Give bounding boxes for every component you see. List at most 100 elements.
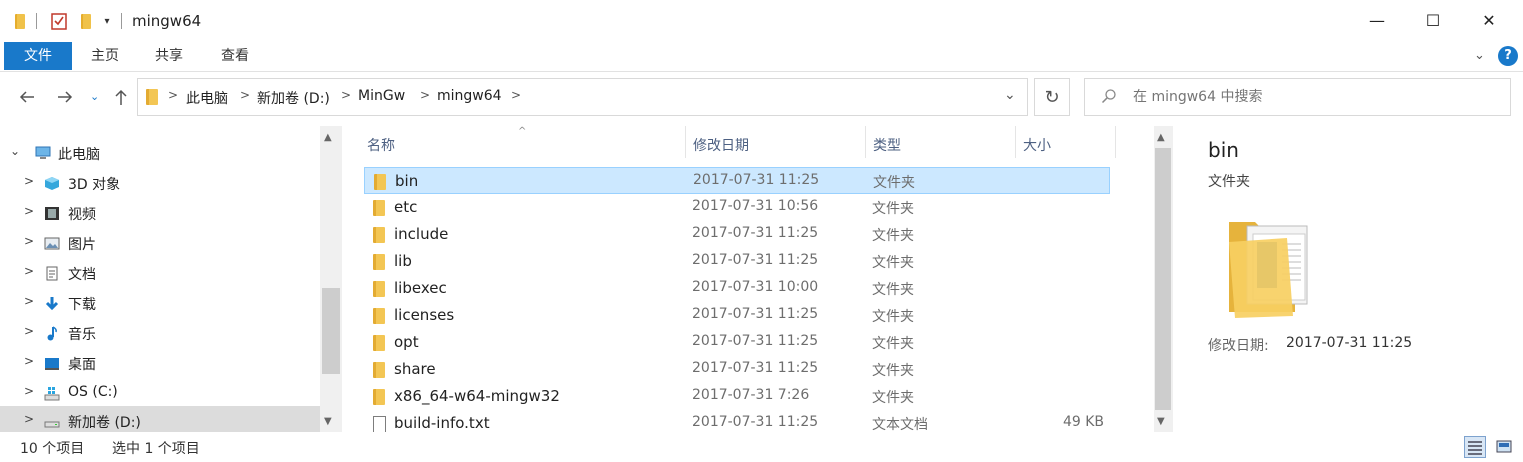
sidebar-item-music[interactable]: > 音乐 [0, 318, 320, 348]
sidebar-item-videos[interactable]: > 视频 [0, 198, 320, 228]
table-row[interactable]: opt 2017-07-31 11:25 文件夹 [364, 329, 1110, 356]
chevron-right-icon[interactable]: > [24, 384, 34, 398]
chevron-right-icon[interactable]: > [420, 88, 430, 102]
column-header-size[interactable]: 大小 [1023, 135, 1051, 155]
scroll-down-icon[interactable]: ▼ [324, 416, 332, 427]
scroll-up-icon[interactable]: ▲ [324, 132, 332, 143]
up-button[interactable] [113, 88, 129, 111]
file-list: ^ 名称 修改日期 类型 大小 bin 2017-07-31 11:25 文件夹 et… [342, 126, 1154, 432]
title-bar: ▾ mingw64 — ☐ ✕ [0, 0, 1523, 40]
back-button[interactable] [18, 88, 36, 111]
chevron-right-icon[interactable]: > [24, 174, 34, 188]
chevron-right-icon[interactable]: > [240, 88, 250, 102]
search-input[interactable] [1133, 79, 1493, 115]
computer-icon [35, 146, 51, 159]
sidebar-item-this-pc[interactable]: ⌄ 此电脑 [0, 138, 320, 168]
large-folder-icon [1229, 222, 1308, 318]
column-divider[interactable] [685, 126, 686, 158]
file-type: 文件夹 [872, 363, 914, 379]
divider [121, 13, 122, 29]
chevron-right-icon[interactable]: > [24, 412, 34, 426]
sidebar-item-3d-objects[interactable]: > 3D 对象 [0, 168, 320, 198]
chevron-right-icon[interactable]: > [511, 88, 521, 102]
forward-button[interactable] [56, 88, 74, 111]
table-row[interactable]: share 2017-07-31 11:25 文件夹 [364, 356, 1110, 383]
sidebar-item-documents[interactable]: > 文档 [0, 258, 320, 288]
column-header-type[interactable]: 类型 [873, 135, 901, 155]
sidebar-item-drive-d[interactable]: > 新加卷 (D:) [0, 406, 320, 432]
table-row[interactable]: libexec 2017-07-31 10:00 文件夹 [364, 275, 1110, 302]
table-row[interactable]: include 2017-07-31 11:25 文件夹 [364, 221, 1110, 248]
navigation-scrollbar[interactable]: ▲ ▼ [320, 126, 342, 432]
properties-icon[interactable] [50, 11, 68, 31]
large-icons-view-button[interactable] [1493, 436, 1515, 458]
sort-ascending-icon: ^ [518, 126, 527, 137]
help-button[interactable]: ? [1498, 46, 1518, 66]
table-row[interactable]: x86_64-w64-mingw32 2017-07-31 7:26 文件夹 [364, 383, 1110, 410]
table-row[interactable]: build-info.txt 2017-07-31 11:25 文本文档 49 KB [364, 410, 1110, 432]
download-icon [45, 297, 59, 311]
scroll-up-icon[interactable]: ▲ [1157, 132, 1165, 143]
column-header-date[interactable]: 修改日期 [693, 135, 749, 155]
maximize-button[interactable]: ☐ [1410, 0, 1456, 40]
new-folder-icon[interactable] [78, 11, 94, 31]
folder-icon [373, 227, 385, 243]
chevron-right-icon[interactable]: > [24, 324, 34, 338]
customize-quick-access-icon[interactable]: ▾ [100, 11, 114, 31]
chevron-right-icon[interactable]: > [341, 88, 351, 102]
tab-view[interactable]: 查看 [210, 42, 260, 70]
sidebar-item-desktop[interactable]: > 桌面 [0, 348, 320, 378]
scroll-down-icon[interactable]: ▼ [1157, 416, 1165, 427]
chevron-down-icon[interactable]: ⌄ [10, 144, 20, 158]
table-row[interactable]: etc 2017-07-31 10:56 文件夹 [364, 194, 1110, 221]
tab-share[interactable]: 共享 [144, 42, 194, 70]
details-view-button[interactable] [1464, 436, 1486, 458]
breadcrumb-mingw[interactable]: MinGw [358, 88, 405, 104]
search-box[interactable] [1084, 78, 1511, 116]
close-button[interactable]: ✕ [1466, 0, 1512, 40]
column-divider[interactable] [865, 126, 866, 158]
scrollbar-thumb[interactable] [1155, 148, 1171, 410]
file-size: 49 KB [1062, 414, 1104, 430]
file-date: 2017-07-31 7:26 [692, 387, 810, 403]
chevron-right-icon[interactable]: > [24, 234, 34, 248]
chevron-right-icon[interactable]: > [168, 88, 178, 102]
sidebar-item-downloads[interactable]: > 下载 [0, 288, 320, 318]
chevron-right-icon[interactable]: > [24, 204, 34, 218]
sidebar-item-drive-c[interactable]: > OS (C:) [0, 378, 320, 408]
file-date: 2017-07-31 11:25 [692, 414, 819, 430]
breadcrumb-drive-d[interactable]: 新加卷 (D:) [257, 88, 330, 108]
table-row[interactable]: licenses 2017-07-31 11:25 文件夹 [364, 302, 1110, 329]
scrollbar-thumb[interactable] [322, 288, 340, 374]
table-row[interactable]: lib 2017-07-31 11:25 文件夹 [364, 248, 1110, 275]
expand-ribbon-icon[interactable]: ⌄ [1474, 48, 1485, 63]
file-date: 2017-07-31 11:25 [692, 360, 819, 376]
refresh-button[interactable]: ↻ [1034, 78, 1070, 116]
selection-count: 选中 1 个项目 [112, 441, 200, 457]
column-header-name[interactable]: 名称 [367, 135, 395, 155]
file-type: 文件夹 [872, 255, 914, 271]
breadcrumb-mingw64[interactable]: mingw64 [437, 88, 502, 104]
tab-home[interactable]: 主页 [80, 42, 130, 70]
address-bar[interactable]: > 此电脑 > 新加卷 (D:) > MinGw > mingw64 > ⌄ [137, 78, 1028, 116]
tab-file[interactable]: 文件 [4, 42, 72, 70]
table-row[interactable]: bin 2017-07-31 11:25 文件夹 [364, 167, 1110, 194]
preview-pane: bin 文件夹 修改日期: 2017-07-31 11:25 [1172, 126, 1523, 432]
minimize-button[interactable]: — [1354, 0, 1400, 40]
address-history-icon[interactable]: ⌄ [1004, 87, 1016, 103]
column-divider[interactable] [1115, 126, 1116, 158]
chevron-right-icon[interactable]: > [24, 264, 34, 278]
column-divider[interactable] [1015, 126, 1016, 158]
recent-locations-icon[interactable]: ⌄ [90, 90, 99, 103]
chevron-right-icon[interactable]: > [24, 354, 34, 368]
file-name: etc [394, 198, 418, 216]
sidebar-item-pictures[interactable]: > 图片 [0, 228, 320, 258]
file-type: 文件夹 [872, 336, 914, 352]
file-name: lib [394, 252, 412, 270]
file-list-scrollbar[interactable]: ▲ ▼ [1154, 126, 1172, 432]
sidebar-item-label: 新加卷 (D:) [68, 415, 141, 431]
breadcrumb-this-pc[interactable]: 此电脑 [186, 88, 228, 108]
chevron-right-icon[interactable]: > [24, 294, 34, 308]
music-icon [47, 326, 57, 341]
file-date: 2017-07-31 10:56 [692, 198, 819, 214]
